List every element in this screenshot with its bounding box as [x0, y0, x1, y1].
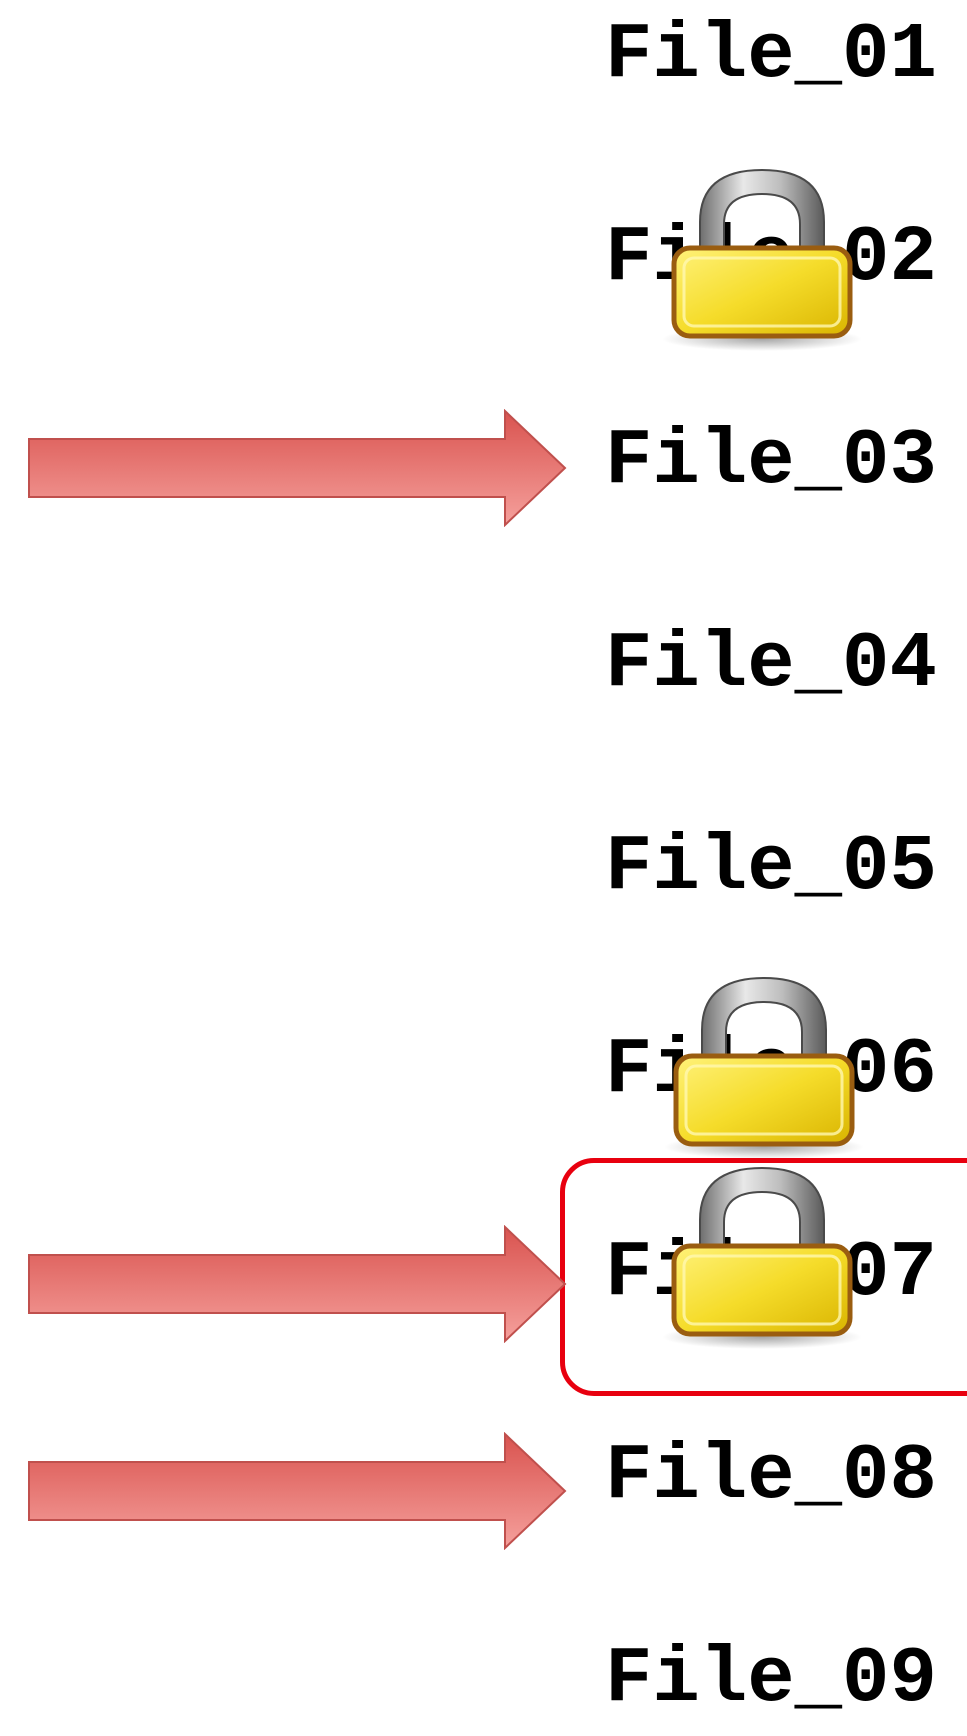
file-label-05: File_05 [605, 822, 937, 912]
file-diagram: File_01 File_02 File_03 File_04 File_05 … [0, 0, 967, 1736]
right-arrow-icon [28, 1432, 567, 1550]
file-label-09: File_09 [605, 1634, 937, 1724]
padlock-icon [662, 1166, 862, 1349]
right-arrow-icon [28, 409, 567, 527]
file-label-04: File_04 [605, 619, 937, 709]
file-label-03: File_03 [605, 416, 937, 506]
file-label-08: File_08 [605, 1431, 937, 1521]
padlock-icon [664, 976, 864, 1159]
right-arrow-icon [28, 1225, 567, 1343]
file-label-01: File_01 [605, 10, 937, 100]
padlock-icon [662, 168, 862, 351]
